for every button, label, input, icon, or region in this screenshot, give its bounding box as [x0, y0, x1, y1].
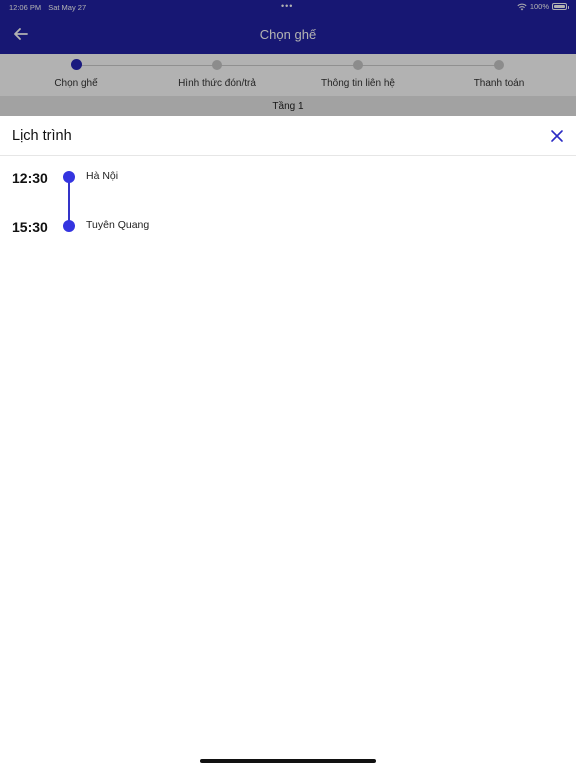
timeline-stop: 15:30 Tuyên Quang — [0, 219, 576, 243]
stop-dot-icon — [63, 220, 75, 232]
itinerary-timeline: 12:30 Hà Nội 15:30 Tuyên Quang — [0, 156, 576, 286]
sheet-title: Lịch trình — [12, 128, 72, 144]
stop-time: 12:30 — [12, 170, 48, 186]
sheet-header: Lịch trình — [0, 116, 576, 156]
modal-backdrop[interactable] — [0, 0, 576, 116]
stop-place: Tuyên Quang — [86, 219, 150, 231]
itinerary-sheet: Lịch trình 12:30 Hà Nội 15:30 Tuyên Quan… — [0, 116, 576, 768]
timeline-stop: 12:30 Hà Nội — [0, 170, 576, 194]
stop-time: 15:30 — [12, 219, 48, 235]
stop-dot-icon — [63, 171, 75, 183]
home-indicator[interactable] — [200, 759, 376, 763]
stop-place: Hà Nội — [86, 170, 119, 182]
close-icon[interactable] — [550, 129, 564, 143]
